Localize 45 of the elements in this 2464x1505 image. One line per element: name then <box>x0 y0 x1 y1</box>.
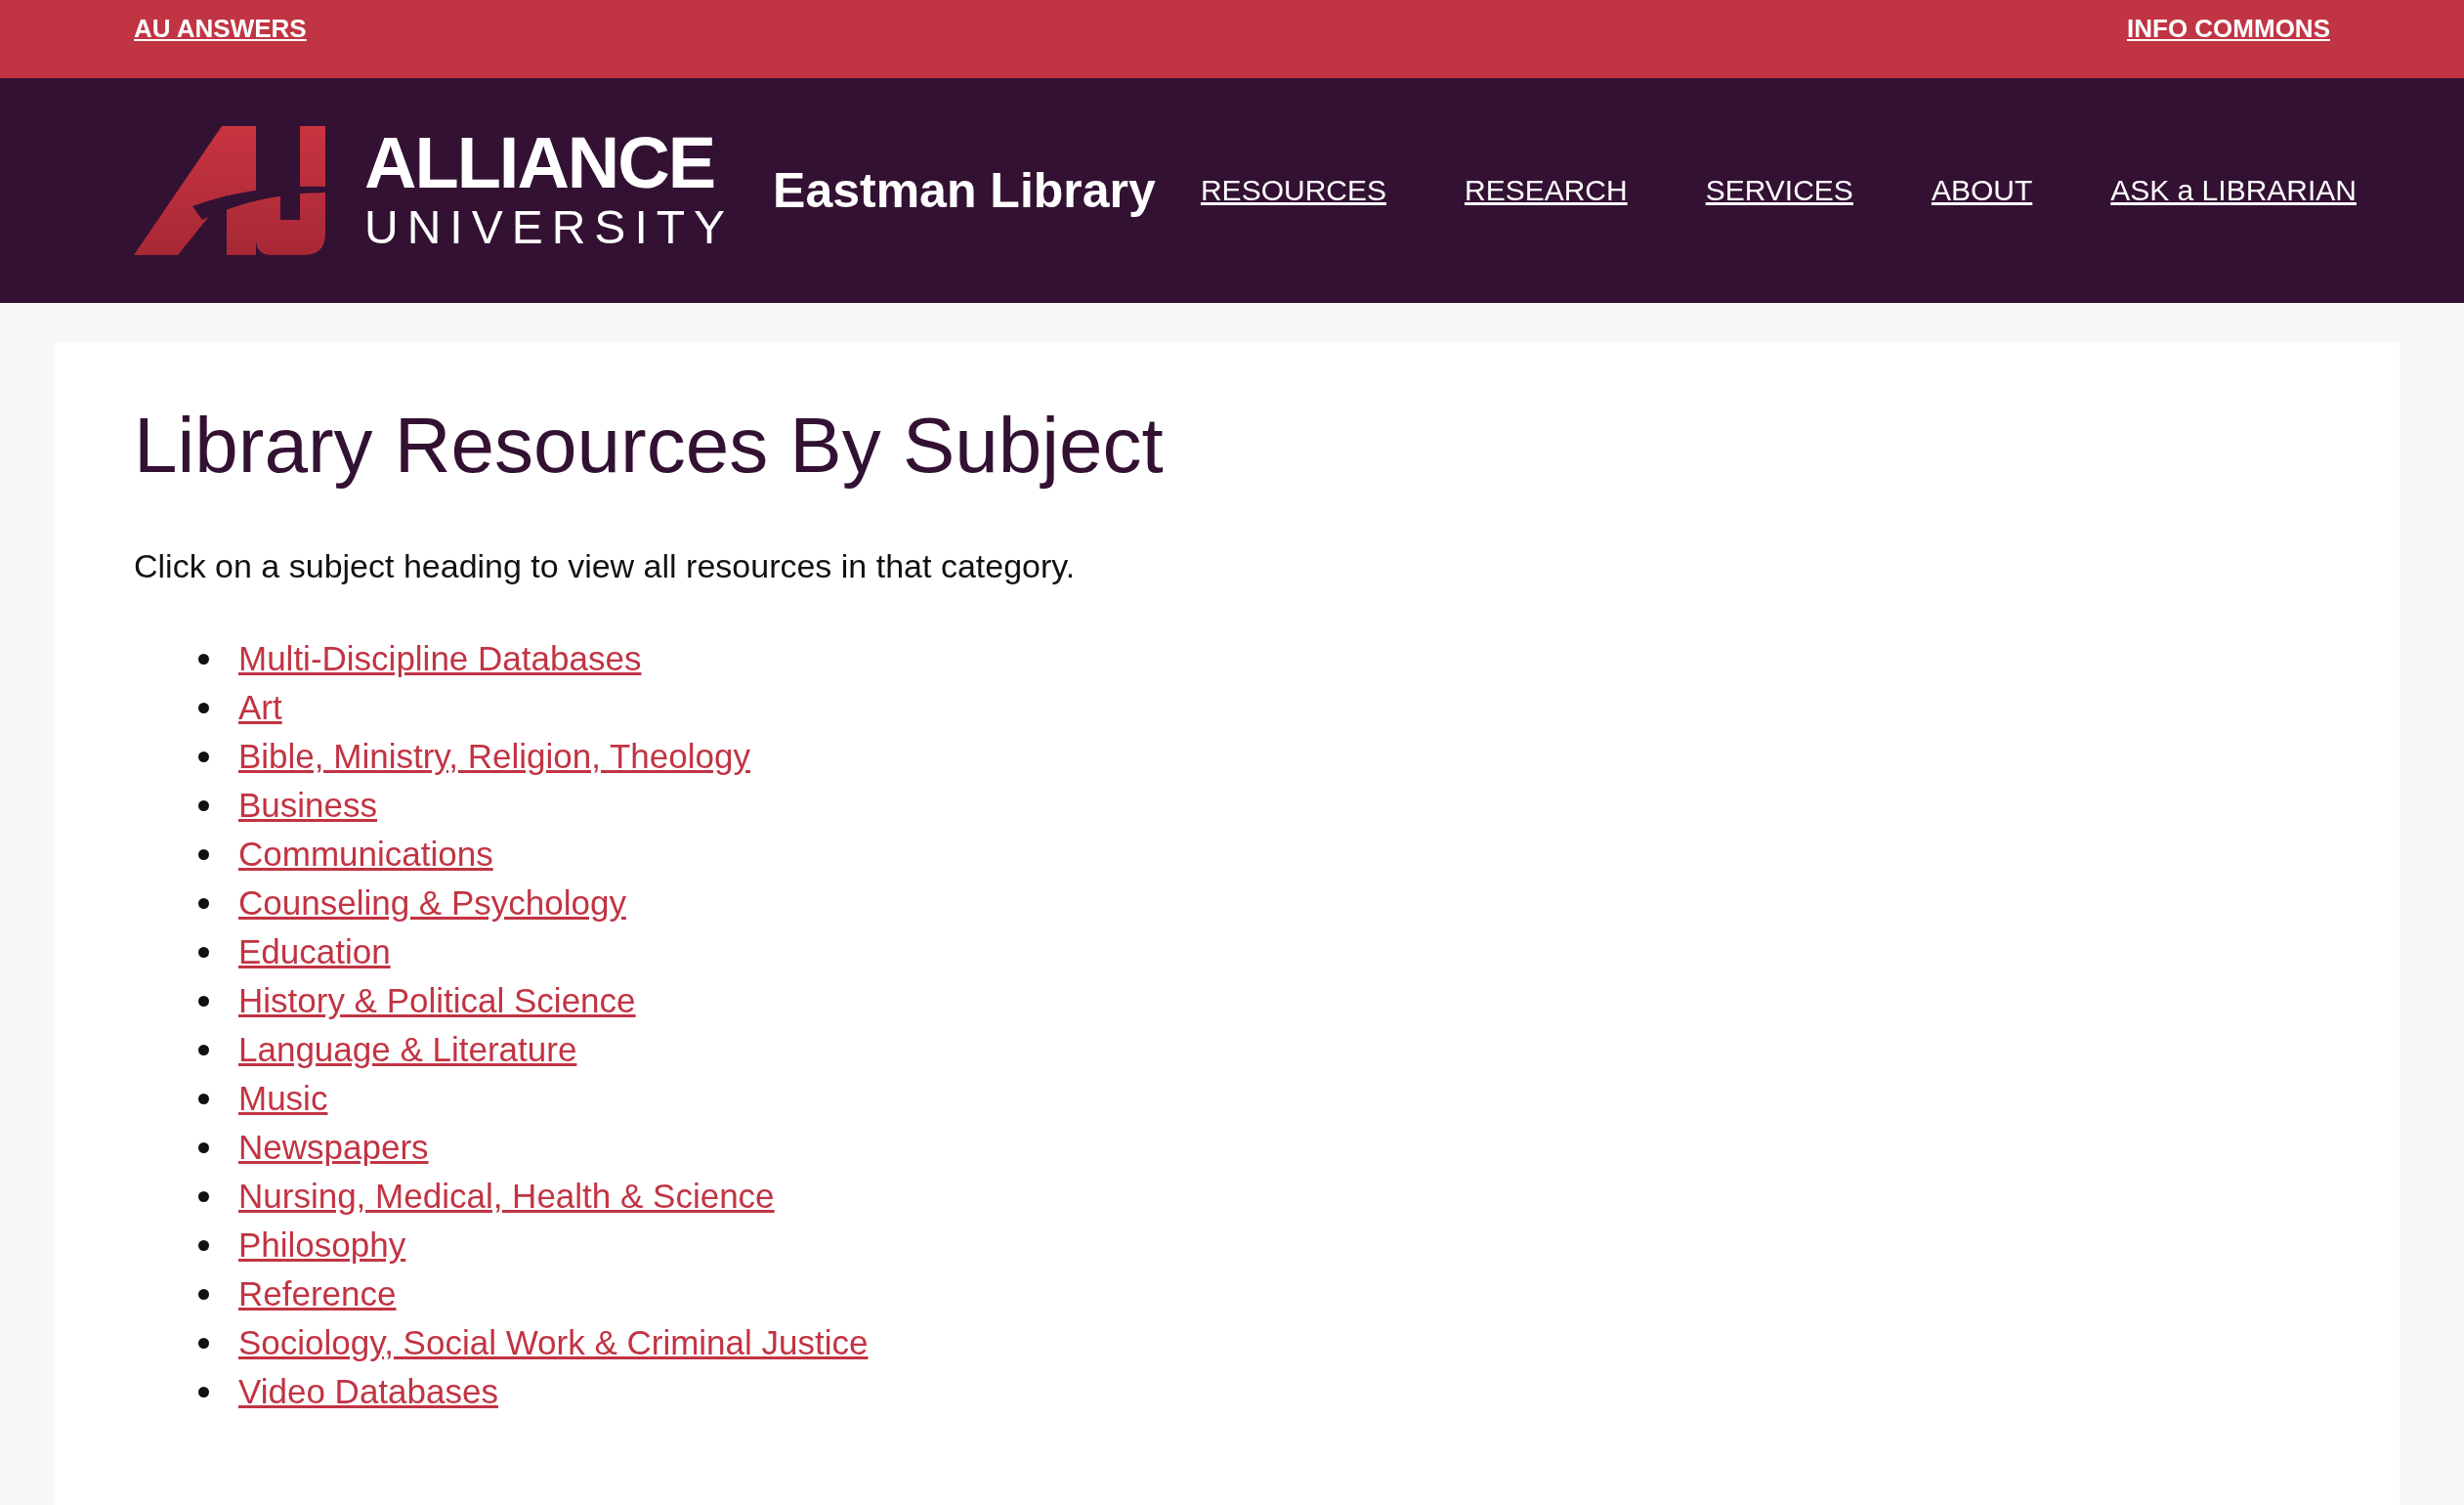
bullet-icon <box>198 1337 209 1349</box>
bullet-icon <box>198 848 209 860</box>
bullet-icon <box>198 1141 209 1153</box>
subject-link[interactable]: Multi-Discipline Databases <box>238 639 642 678</box>
logo-wordmark: ALLIANCE <box>364 126 716 200</box>
nav-link[interactable]: RESOURCES <box>1200 174 1386 207</box>
page-title: Library Resources By Subject <box>134 401 1165 491</box>
subject-link[interactable]: Business <box>238 786 378 825</box>
subject-link[interactable]: Reference <box>238 1274 397 1313</box>
subject-link[interactable]: Language & Literature <box>238 1030 577 1069</box>
subject-link[interactable]: Newspapers <box>238 1128 429 1167</box>
bullet-icon <box>198 1239 209 1251</box>
bullet-icon <box>198 653 209 665</box>
bullet-icon <box>198 751 209 762</box>
bullet-icon <box>198 995 209 1007</box>
subject-link[interactable]: Philosophy <box>238 1226 406 1265</box>
subject-link[interactable]: Music <box>238 1079 328 1118</box>
subject-link[interactable]: Bible, Ministry, Religion, Theology <box>238 737 750 776</box>
subject-link[interactable]: Sociology, Social Work & Criminal Justice <box>238 1323 869 1362</box>
bullet-icon <box>198 1190 209 1202</box>
subject-link[interactable]: Education <box>238 932 391 971</box>
subject-link[interactable]: Communications <box>238 835 493 874</box>
bullet-icon <box>198 946 209 958</box>
bullet-icon <box>198 897 209 909</box>
nav-link[interactable]: ABOUT <box>1931 174 2033 207</box>
intro-text: Click on a subject heading to view all resources in that category. <box>134 547 1077 585</box>
bullet-icon <box>198 1288 209 1300</box>
bullet-icon <box>198 1093 209 1104</box>
nav-link[interactable]: ASK a LIBRARIAN <box>2110 174 2357 207</box>
site-title: Eastman Library <box>773 162 1156 219</box>
au-answers-link[interactable]: AU ANSWERS <box>134 14 307 44</box>
subject-link[interactable]: History & Political Science <box>238 981 636 1020</box>
nav-link[interactable]: RESEARCH <box>1465 174 1628 207</box>
logo-mark-icon <box>134 126 325 255</box>
subject-link[interactable]: Nursing, Medical, Health & Science <box>238 1177 775 1216</box>
subject-link[interactable]: Art <box>238 688 282 727</box>
info-commons-link[interactable]: INFO COMMONS <box>2127 14 2330 44</box>
bullet-icon <box>198 702 209 713</box>
nav-link[interactable]: SERVICES <box>1705 174 1853 207</box>
logo-subtitle: UNIVERSITY <box>364 200 735 255</box>
bullet-icon <box>198 1386 209 1398</box>
subject-link[interactable]: Video Databases <box>238 1372 498 1411</box>
subject-link[interactable]: Counseling & Psychology <box>238 883 626 923</box>
bullet-icon <box>198 799 209 811</box>
bullet-icon <box>198 1044 209 1055</box>
